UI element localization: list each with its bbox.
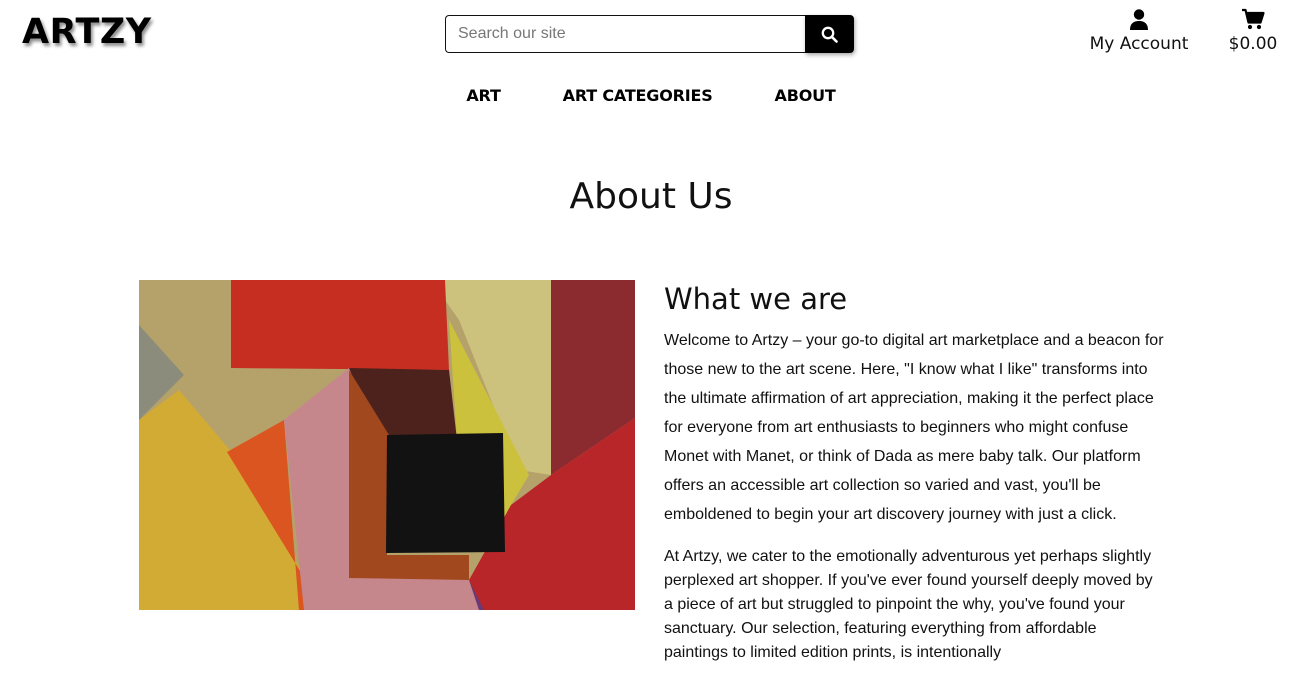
search-form xyxy=(445,15,854,53)
main-nav: ART ART CATEGORIES ABOUT xyxy=(0,86,1302,105)
site-logo[interactable]: ARTZY xyxy=(22,12,152,52)
about-paragraph-2: At Artzy, we cater to the emotionally ad… xyxy=(664,548,1153,661)
nav-item-about[interactable]: ABOUT xyxy=(775,86,836,105)
section-heading: What we are xyxy=(664,282,848,316)
page-title: About Us xyxy=(569,176,733,217)
page: ARTZY My Account xyxy=(0,0,1302,694)
cart-icon xyxy=(1224,8,1282,32)
search-input[interactable] xyxy=(445,15,805,53)
search-button[interactable] xyxy=(805,15,854,53)
user-icon xyxy=(1088,8,1190,32)
about-hero-image xyxy=(139,280,635,610)
cart-total: $0.00 xyxy=(1228,34,1278,54)
my-account-link[interactable]: My Account xyxy=(1088,8,1190,54)
about-paragraph-1: Welcome to Artzy – your go-to digital ar… xyxy=(664,332,1164,523)
cart-link[interactable]: $0.00 xyxy=(1224,8,1282,54)
nav-item-art-categories[interactable]: ART CATEGORIES xyxy=(563,86,713,105)
my-account-label: My Account xyxy=(1089,34,1189,54)
search-icon xyxy=(821,26,838,43)
about-content: What we are Welcome to Artzy – your go-t… xyxy=(664,282,1164,665)
nav-item-art[interactable]: ART xyxy=(466,86,501,105)
